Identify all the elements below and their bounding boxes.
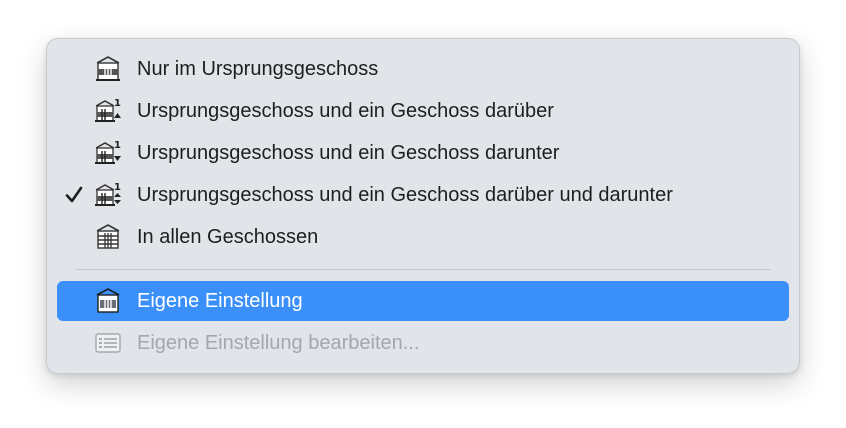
- menu-item-origin-above-below[interactable]: 1 Ursprungsgeschoss und ein Geschoss dar…: [57, 175, 789, 215]
- menu-item-label: Eigene Einstellung: [137, 289, 303, 312]
- floor-all-icon: [93, 222, 123, 252]
- story-visibility-menu: Nur im Ursprungsgeschoss 1 Ursprungsgesc…: [46, 38, 800, 374]
- menu-item-label: Ursprungsgeschoss und ein Geschoss darüb…: [137, 183, 673, 206]
- floor-custom-icon: [93, 286, 123, 316]
- menu-item-edit-custom-setting: Eigene Einstellung bearbeiten...: [57, 323, 789, 363]
- menu-item-label: Ursprungsgeschoss und ein Geschoss darüb…: [137, 99, 554, 122]
- svg-text:1: 1: [114, 140, 121, 151]
- floor-origin-below-icon: 1: [93, 138, 123, 168]
- menu-separator: [76, 269, 771, 270]
- menu-item-custom-setting[interactable]: Eigene Einstellung: [57, 281, 789, 321]
- svg-text:1: 1: [114, 182, 121, 193]
- menu-item-label: Nur im Ursprungsgeschoss: [137, 57, 379, 80]
- menu-item-all-floors[interactable]: In allen Geschossen: [57, 217, 789, 257]
- floor-origin-above-icon: 1: [93, 96, 123, 126]
- menu-item-origin-below[interactable]: 1 Ursprungsgeschoss und ein Geschoss dar…: [57, 133, 789, 173]
- menu-item-label: Ursprungsgeschoss und ein Geschoss darun…: [137, 141, 560, 164]
- svg-text:1: 1: [114, 98, 121, 109]
- menu-item-origin-above[interactable]: 1 Ursprungsgeschoss und ein Geschoss dar…: [57, 91, 789, 131]
- menu-item-label: In allen Geschossen: [137, 225, 319, 248]
- menu-item-origin-only[interactable]: Nur im Ursprungsgeschoss: [57, 49, 789, 89]
- checkmark-icon: [63, 183, 85, 207]
- floor-origin-above-below-icon: 1: [93, 180, 123, 210]
- menu-item-label: Eigene Einstellung bearbeiten...: [137, 331, 420, 354]
- list-edit-icon: [93, 328, 123, 358]
- floor-origin-only-icon: [93, 54, 123, 84]
